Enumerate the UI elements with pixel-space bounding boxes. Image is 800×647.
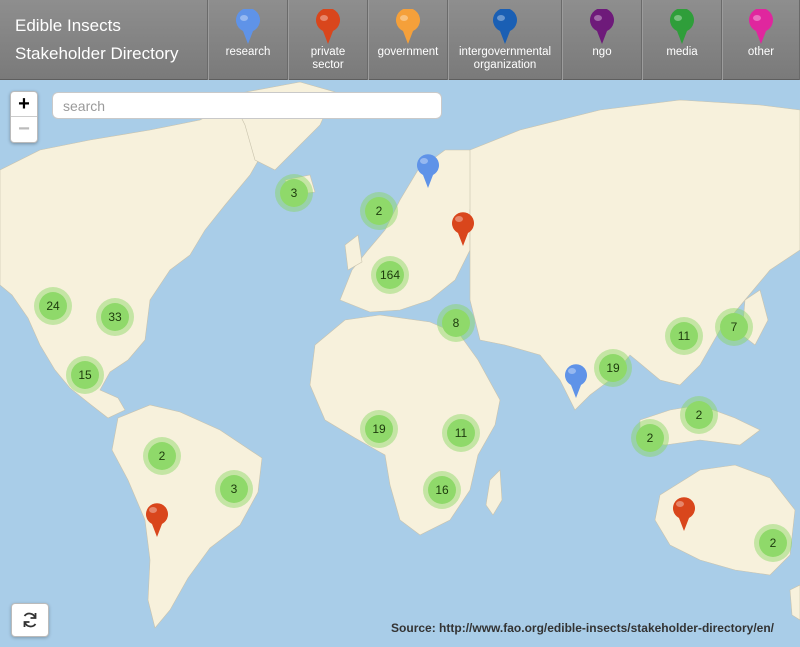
cluster-marker[interactable]: 15 — [66, 356, 104, 394]
title-line-2: Stakeholder Directory — [15, 44, 179, 63]
cluster-marker[interactable]: 24 — [34, 287, 72, 325]
filter-private-sector[interactable]: private sector — [288, 0, 368, 80]
zoom-out-button[interactable]: − — [11, 117, 37, 142]
cluster-count: 2 — [685, 401, 713, 429]
title-line-1: Edible Insects — [15, 16, 121, 35]
cluster-marker[interactable]: 2 — [360, 192, 398, 230]
government-pin-icon — [396, 9, 420, 44]
cluster-count: 16 — [428, 476, 456, 504]
filter-other[interactable]: other — [722, 0, 800, 80]
search-input[interactable] — [52, 92, 442, 119]
cluster-marker[interactable]: 19 — [360, 410, 398, 448]
filter-label: intergovernmental organization — [458, 46, 552, 71]
cluster-count: 11 — [670, 322, 698, 350]
cluster-marker[interactable]: 2 — [680, 396, 718, 434]
cluster-marker[interactable]: 3 — [275, 174, 313, 212]
cluster-count: 3 — [220, 475, 248, 503]
filter-label: other — [747, 46, 775, 58]
cluster-count: 7 — [720, 313, 748, 341]
cluster-count: 2 — [365, 197, 393, 225]
source-credit: Source: http://www.fao.org/edible-insect… — [391, 621, 774, 635]
cluster-count: 19 — [599, 354, 627, 382]
cluster-marker[interactable]: 11 — [665, 317, 703, 355]
cluster-marker[interactable]: 2 — [631, 419, 669, 457]
private-sector-marker[interactable] — [144, 502, 170, 538]
filter-research[interactable]: research — [208, 0, 288, 80]
private-sector-pin-icon — [316, 9, 340, 44]
filter-label: ngo — [592, 46, 612, 58]
world-map[interactable]: 3 2 164 8 24 33 15 11 7 19 2 2 19 11 2 3… — [0, 80, 800, 647]
private-sector-marker[interactable] — [450, 211, 476, 247]
cluster-count: 19 — [365, 415, 393, 443]
research-marker[interactable] — [415, 153, 441, 189]
refresh-icon — [23, 612, 37, 628]
filter-government[interactable]: government — [368, 0, 448, 80]
cluster-count: 33 — [101, 303, 129, 331]
media-pin-icon — [670, 9, 694, 44]
private-sector-marker[interactable] — [671, 496, 697, 532]
cluster-count: 11 — [447, 419, 475, 447]
cluster-count: 3 — [280, 179, 308, 207]
cluster-marker[interactable]: 33 — [96, 298, 134, 336]
filter-label: research — [225, 46, 271, 58]
filter-intergovernmental-organization[interactable]: intergovernmental organization — [448, 0, 562, 80]
filter-ngo[interactable]: ngo — [562, 0, 642, 80]
cluster-marker[interactable]: 11 — [442, 414, 480, 452]
cluster-count: 2 — [148, 442, 176, 470]
cluster-count: 8 — [442, 309, 470, 337]
cluster-marker[interactable]: 19 — [594, 349, 632, 387]
cluster-marker[interactable]: 3 — [215, 470, 253, 508]
cluster-count: 164 — [376, 261, 404, 289]
cluster-count: 24 — [39, 292, 67, 320]
cluster-count: 15 — [71, 361, 99, 389]
cluster-marker[interactable]: 164 — [371, 256, 409, 294]
cluster-marker[interactable]: 2 — [754, 524, 792, 562]
app-title: Edible Insects Stakeholder Directory — [0, 0, 208, 80]
header-bar: Edible Insects Stakeholder Directory res… — [0, 0, 800, 80]
other-pin-icon — [749, 9, 773, 44]
intergovernmental-pin-icon — [493, 9, 517, 44]
zoom-control: + − — [10, 91, 38, 143]
zoom-in-button[interactable]: + — [11, 92, 37, 117]
cluster-marker[interactable]: 8 — [437, 304, 475, 342]
cluster-marker[interactable]: 7 — [715, 308, 753, 346]
research-marker[interactable] — [563, 363, 589, 399]
research-pin-icon — [236, 9, 260, 44]
cluster-count: 2 — [636, 424, 664, 452]
filter-label: government — [377, 46, 439, 58]
refresh-button[interactable] — [11, 603, 49, 637]
filter-label: private sector — [310, 46, 346, 71]
cluster-marker[interactable]: 16 — [423, 471, 461, 509]
filter-media[interactable]: media — [642, 0, 722, 80]
land-masses — [0, 81, 800, 629]
cluster-marker[interactable]: 2 — [143, 437, 181, 475]
ngo-pin-icon — [590, 9, 614, 44]
cluster-count: 2 — [759, 529, 787, 557]
filter-label: media — [666, 46, 698, 58]
